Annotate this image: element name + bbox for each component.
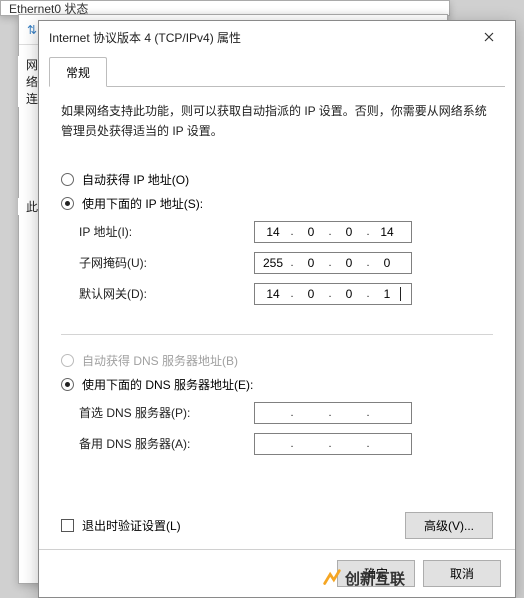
checkbox-icon	[61, 519, 74, 532]
label-alt-dns: 备用 DNS 服务器(A):	[79, 435, 254, 452]
pdns-oct-4[interactable]	[371, 405, 403, 421]
radio-auto-ip[interactable]: 自动获得 IP 地址(O)	[61, 171, 493, 188]
mask-oct-4[interactable]	[371, 255, 403, 271]
ipv4-properties-dialog: Internet 协议版本 4 (TCP/IPv4) 属性 常规 如果网络支持此…	[38, 20, 516, 598]
dialog-title: Internet 协议版本 4 (TCP/IPv4) 属性	[49, 29, 469, 46]
label-gateway: 默认网关(D):	[79, 285, 254, 302]
radio-auto-ip-label: 自动获得 IP 地址(O)	[82, 171, 189, 188]
adns-oct-1[interactable]	[257, 436, 289, 452]
gateway-input[interactable]: . . .	[254, 283, 412, 305]
advanced-button[interactable]: 高级(V)...	[405, 512, 493, 539]
ip-group: 自动获得 IP 地址(O) 使用下面的 IP 地址(S): IP 地址(I): …	[61, 164, 493, 314]
label-ip-address: IP 地址(I):	[79, 223, 254, 240]
ip-oct-4[interactable]	[371, 224, 403, 240]
label-primary-dns: 首选 DNS 服务器(P):	[79, 404, 254, 421]
radio-manual-ip-label: 使用下面的 IP 地址(S):	[82, 195, 203, 212]
separator	[61, 334, 493, 335]
mask-oct-2[interactable]	[295, 255, 327, 271]
radio-manual-dns[interactable]: 使用下面的 DNS 服务器地址(E):	[61, 376, 493, 393]
pdns-oct-3[interactable]	[333, 405, 365, 421]
ip-oct-3[interactable]	[333, 224, 365, 240]
adns-oct-3[interactable]	[333, 436, 365, 452]
radio-auto-dns[interactable]: 自动获得 DNS 服务器地址(B)	[61, 352, 493, 369]
cancel-button[interactable]: 取消	[423, 560, 501, 587]
pdns-oct-1[interactable]	[257, 405, 289, 421]
ok-button[interactable]: 确定	[337, 560, 415, 587]
gw-oct-4[interactable]	[371, 286, 403, 302]
dialog-content: 如果网络支持此功能，则可以获取自动指派的 IP 设置。否则，你需要从网络系统管理…	[39, 87, 515, 549]
radio-icon	[61, 173, 74, 186]
subnet-mask-input[interactable]: . . .	[254, 252, 412, 274]
text-caret	[400, 287, 401, 301]
tab-general[interactable]: 常规	[49, 57, 107, 87]
validate-on-exit-label: 退出时验证设置(L)	[82, 517, 181, 534]
radio-icon	[61, 354, 74, 367]
titlebar: Internet 协议版本 4 (TCP/IPv4) 属性	[39, 21, 515, 53]
pdns-oct-2[interactable]	[295, 405, 327, 421]
ip-address-input[interactable]: . . .	[254, 221, 412, 243]
dialog-footer: 创新互联 确定 取消	[39, 549, 515, 597]
mask-oct-1[interactable]	[257, 255, 289, 271]
close-icon	[484, 32, 494, 42]
radio-icon	[61, 197, 74, 210]
adns-oct-4[interactable]	[371, 436, 403, 452]
radio-manual-ip[interactable]: 使用下面的 IP 地址(S):	[61, 195, 493, 212]
tabs: 常规	[49, 57, 505, 87]
primary-dns-input[interactable]: . . .	[254, 402, 412, 424]
radio-manual-dns-label: 使用下面的 DNS 服务器地址(E):	[82, 376, 253, 393]
gw-oct-2[interactable]	[295, 286, 327, 302]
label-subnet-mask: 子网掩码(U):	[79, 254, 254, 271]
description-text: 如果网络支持此功能，则可以获取自动指派的 IP 设置。否则，你需要从网络系统管理…	[61, 101, 493, 142]
bg-window-1-title: Ethernet0 状态	[1, 1, 449, 15]
adns-oct-2[interactable]	[295, 436, 327, 452]
alt-dns-input[interactable]: . . .	[254, 433, 412, 455]
mask-oct-3[interactable]	[333, 255, 365, 271]
dns-group: 自动获得 DNS 服务器地址(B) 使用下面的 DNS 服务器地址(E): 首选…	[61, 345, 493, 464]
validate-on-exit-checkbox[interactable]: 退出时验证设置(L)	[61, 517, 181, 534]
gw-oct-1[interactable]	[257, 286, 289, 302]
nic-icon: ⇅	[27, 23, 37, 37]
ip-oct-2[interactable]	[295, 224, 327, 240]
ip-oct-1[interactable]	[257, 224, 289, 240]
radio-auto-dns-label: 自动获得 DNS 服务器地址(B)	[82, 352, 238, 369]
radio-icon	[61, 378, 74, 391]
gw-oct-3[interactable]	[333, 286, 365, 302]
close-button[interactable]	[469, 23, 509, 51]
